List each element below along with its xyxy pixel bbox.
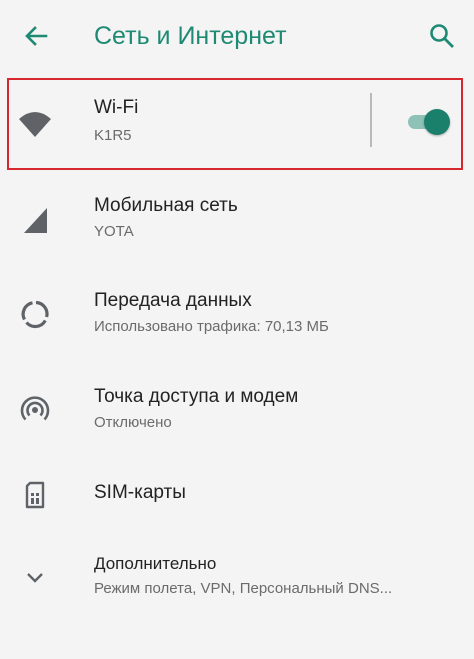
list-item-sim-cards[interactable]: SIM-карты bbox=[0, 458, 474, 534]
wifi-label: Wi-Fi bbox=[94, 97, 139, 118]
toggle-thumb bbox=[424, 109, 450, 135]
hotspot-icon bbox=[20, 396, 50, 421]
advanced-summary: Режим полета, VPN, Персональный DNS... bbox=[94, 580, 393, 597]
list-item-hotspot[interactable]: Точка доступа и модем Отключено bbox=[0, 362, 474, 458]
app-bar: Сеть и Интернет bbox=[0, 0, 474, 72]
list-item-data-usage[interactable]: Передача данных Использовано трафика: 70… bbox=[0, 267, 474, 362]
wifi-icon bbox=[19, 112, 51, 137]
data-usage-icon bbox=[21, 300, 49, 329]
mobile-network-label: Мобильная сеть bbox=[94, 195, 238, 216]
hotspot-label: Точка доступа и модем bbox=[94, 386, 299, 407]
page-title: Сеть и Интернет bbox=[94, 22, 287, 50]
data-usage-summary: Использовано трафика: 70,13 МБ bbox=[94, 318, 329, 335]
data-usage-label: Передача данных bbox=[94, 290, 252, 311]
signal-icon bbox=[24, 208, 47, 233]
sim-card-icon bbox=[25, 481, 45, 509]
sim-cards-label: SIM-карты bbox=[94, 482, 186, 503]
list-item-wifi[interactable]: Wi-Fi K1R5 bbox=[0, 78, 474, 170]
advanced-label: Дополнительно bbox=[94, 554, 217, 573]
arrow-back-icon[interactable] bbox=[20, 20, 52, 52]
mobile-network-operator: YOTA bbox=[94, 223, 134, 240]
settings-screen: Сеть и Интернет Wi-Fi K1R5 Мобильная сет… bbox=[0, 0, 474, 659]
hotspot-status: Отключено bbox=[94, 414, 172, 431]
wifi-network-name: K1R5 bbox=[94, 127, 132, 144]
list-item-advanced[interactable]: Дополнительно Режим полета, VPN, Персона… bbox=[0, 540, 474, 620]
search-icon[interactable] bbox=[426, 20, 458, 52]
list-item-mobile-network[interactable]: Мобильная сеть YOTA bbox=[0, 172, 474, 267]
chevron-down-icon bbox=[27, 573, 43, 583]
wifi-toggle[interactable] bbox=[404, 108, 452, 136]
divider bbox=[370, 93, 372, 147]
